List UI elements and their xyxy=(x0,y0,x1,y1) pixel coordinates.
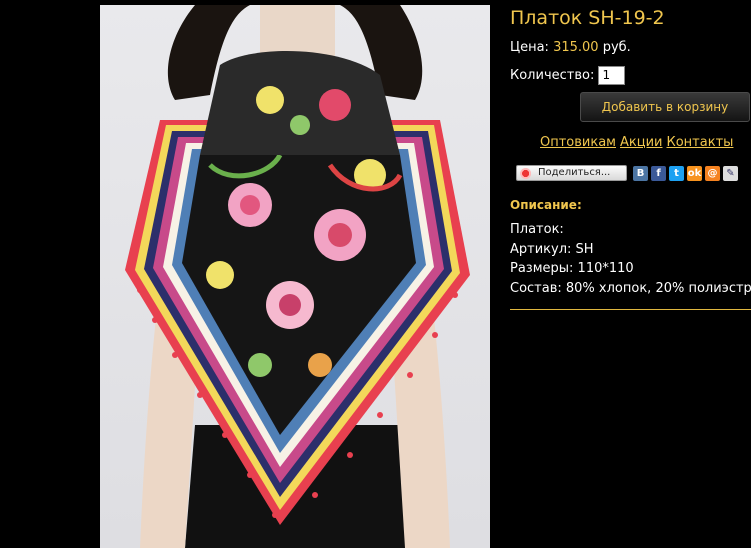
description-heading: Описание: xyxy=(510,198,582,212)
odnoklassniki-icon[interactable]: ok xyxy=(687,165,702,181)
description-line: Состав: 80% хлопок, 20% полиэстр xyxy=(510,280,751,296)
product-photo[interactable] xyxy=(100,5,490,548)
megaphone-icon xyxy=(520,167,534,179)
contacts-link[interactable]: Контакты xyxy=(667,135,734,150)
quantity-input[interactable]: 1 xyxy=(598,66,626,85)
price-label: Цена: xyxy=(510,40,549,55)
scarf-image xyxy=(125,5,470,548)
product-title: Платок SH-19-2 xyxy=(510,7,665,29)
divider xyxy=(510,309,751,310)
share-button[interactable]: Поделиться... xyxy=(516,165,627,181)
description-line: Платок: xyxy=(510,222,564,237)
share-bar: Поделиться... B f t ok @ ✎ xyxy=(516,164,738,182)
price-row: Цена: 315.00 руб. xyxy=(510,40,631,55)
description-line: Артикул: SH xyxy=(510,241,594,257)
vk-icon[interactable]: B xyxy=(633,165,648,181)
quantity-row: Количество: 1 xyxy=(510,66,626,85)
add-to-cart-button[interactable]: Добавить в корзину xyxy=(580,92,750,122)
description-body: Платок: Артикул: SH Размеры: 110*110 Сос… xyxy=(510,220,751,298)
quantity-label: Количество: xyxy=(510,68,595,83)
mailru-icon[interactable]: @ xyxy=(705,165,720,181)
share-button-label: Поделиться... xyxy=(538,167,611,178)
sales-link[interactable]: Акции xyxy=(620,135,663,150)
product-page: Платок SH-19-2 Цена: 315.00 руб. Количес… xyxy=(0,0,751,548)
price-currency: руб. xyxy=(602,40,631,55)
wholesale-link[interactable]: Оптовикам xyxy=(540,135,616,150)
price-value: 315.00 xyxy=(553,40,599,55)
livejournal-icon[interactable]: ✎ xyxy=(723,165,738,181)
facebook-icon[interactable]: f xyxy=(651,165,666,181)
info-links: Оптовикам Акции Контакты xyxy=(540,135,737,150)
description-line: Размеры: 110*110 xyxy=(510,261,634,276)
twitter-icon[interactable]: t xyxy=(669,165,684,181)
